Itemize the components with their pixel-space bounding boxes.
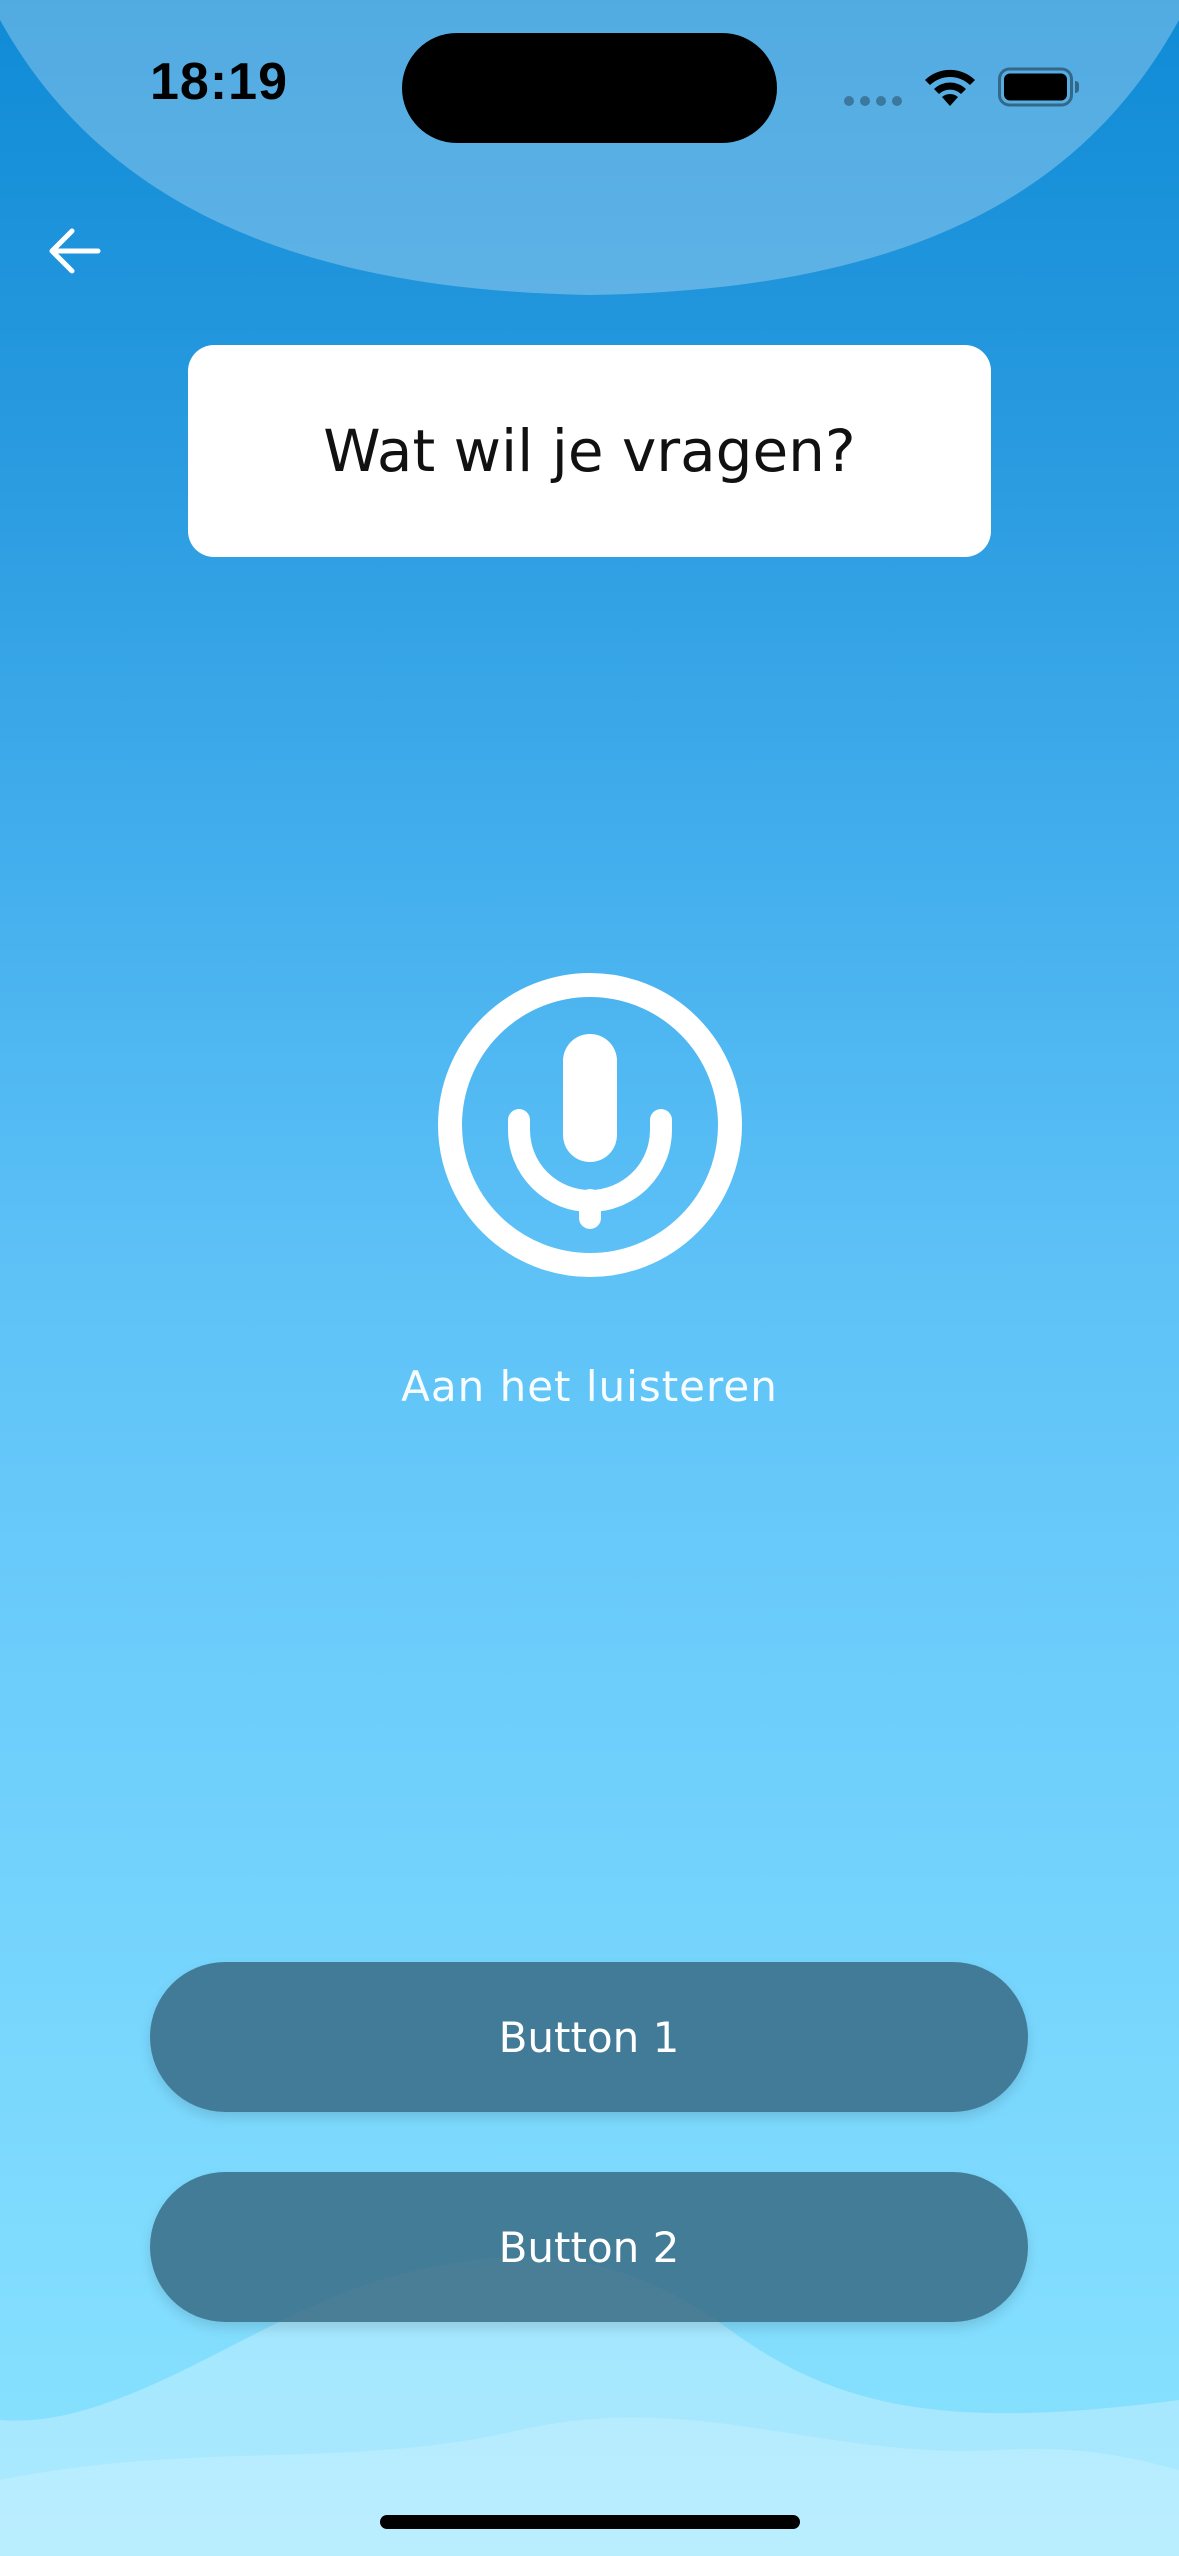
listening-status-label: Aan het luisteren: [401, 1362, 778, 1411]
status-bar: 18:19: [0, 0, 1179, 170]
button-1-label: Button 1: [498, 2012, 680, 2062]
microphone-icon: [438, 973, 742, 1277]
home-indicator[interactable]: [380, 2515, 800, 2529]
button-1[interactable]: Button 1: [150, 1962, 1028, 2112]
listening-screen: 18:19 Wat wil je vragen? Aan het luister…: [0, 0, 1179, 2556]
back-button[interactable]: [38, 215, 110, 287]
prompt-card: Wat wil je vragen?: [188, 345, 991, 557]
microphone-button[interactable]: [437, 972, 743, 1278]
prompt-text: Wat wil je vragen?: [323, 417, 856, 485]
arrow-left-icon: [49, 228, 101, 274]
dynamic-island: [402, 33, 777, 143]
status-time: 18:19: [150, 53, 288, 111]
wifi-icon: [925, 69, 975, 106]
battery-icon: [998, 67, 1079, 107]
cellular-signal-icon: [844, 96, 902, 106]
button-2-label: Button 2: [498, 2222, 680, 2272]
button-2[interactable]: Button 2: [150, 2172, 1028, 2322]
